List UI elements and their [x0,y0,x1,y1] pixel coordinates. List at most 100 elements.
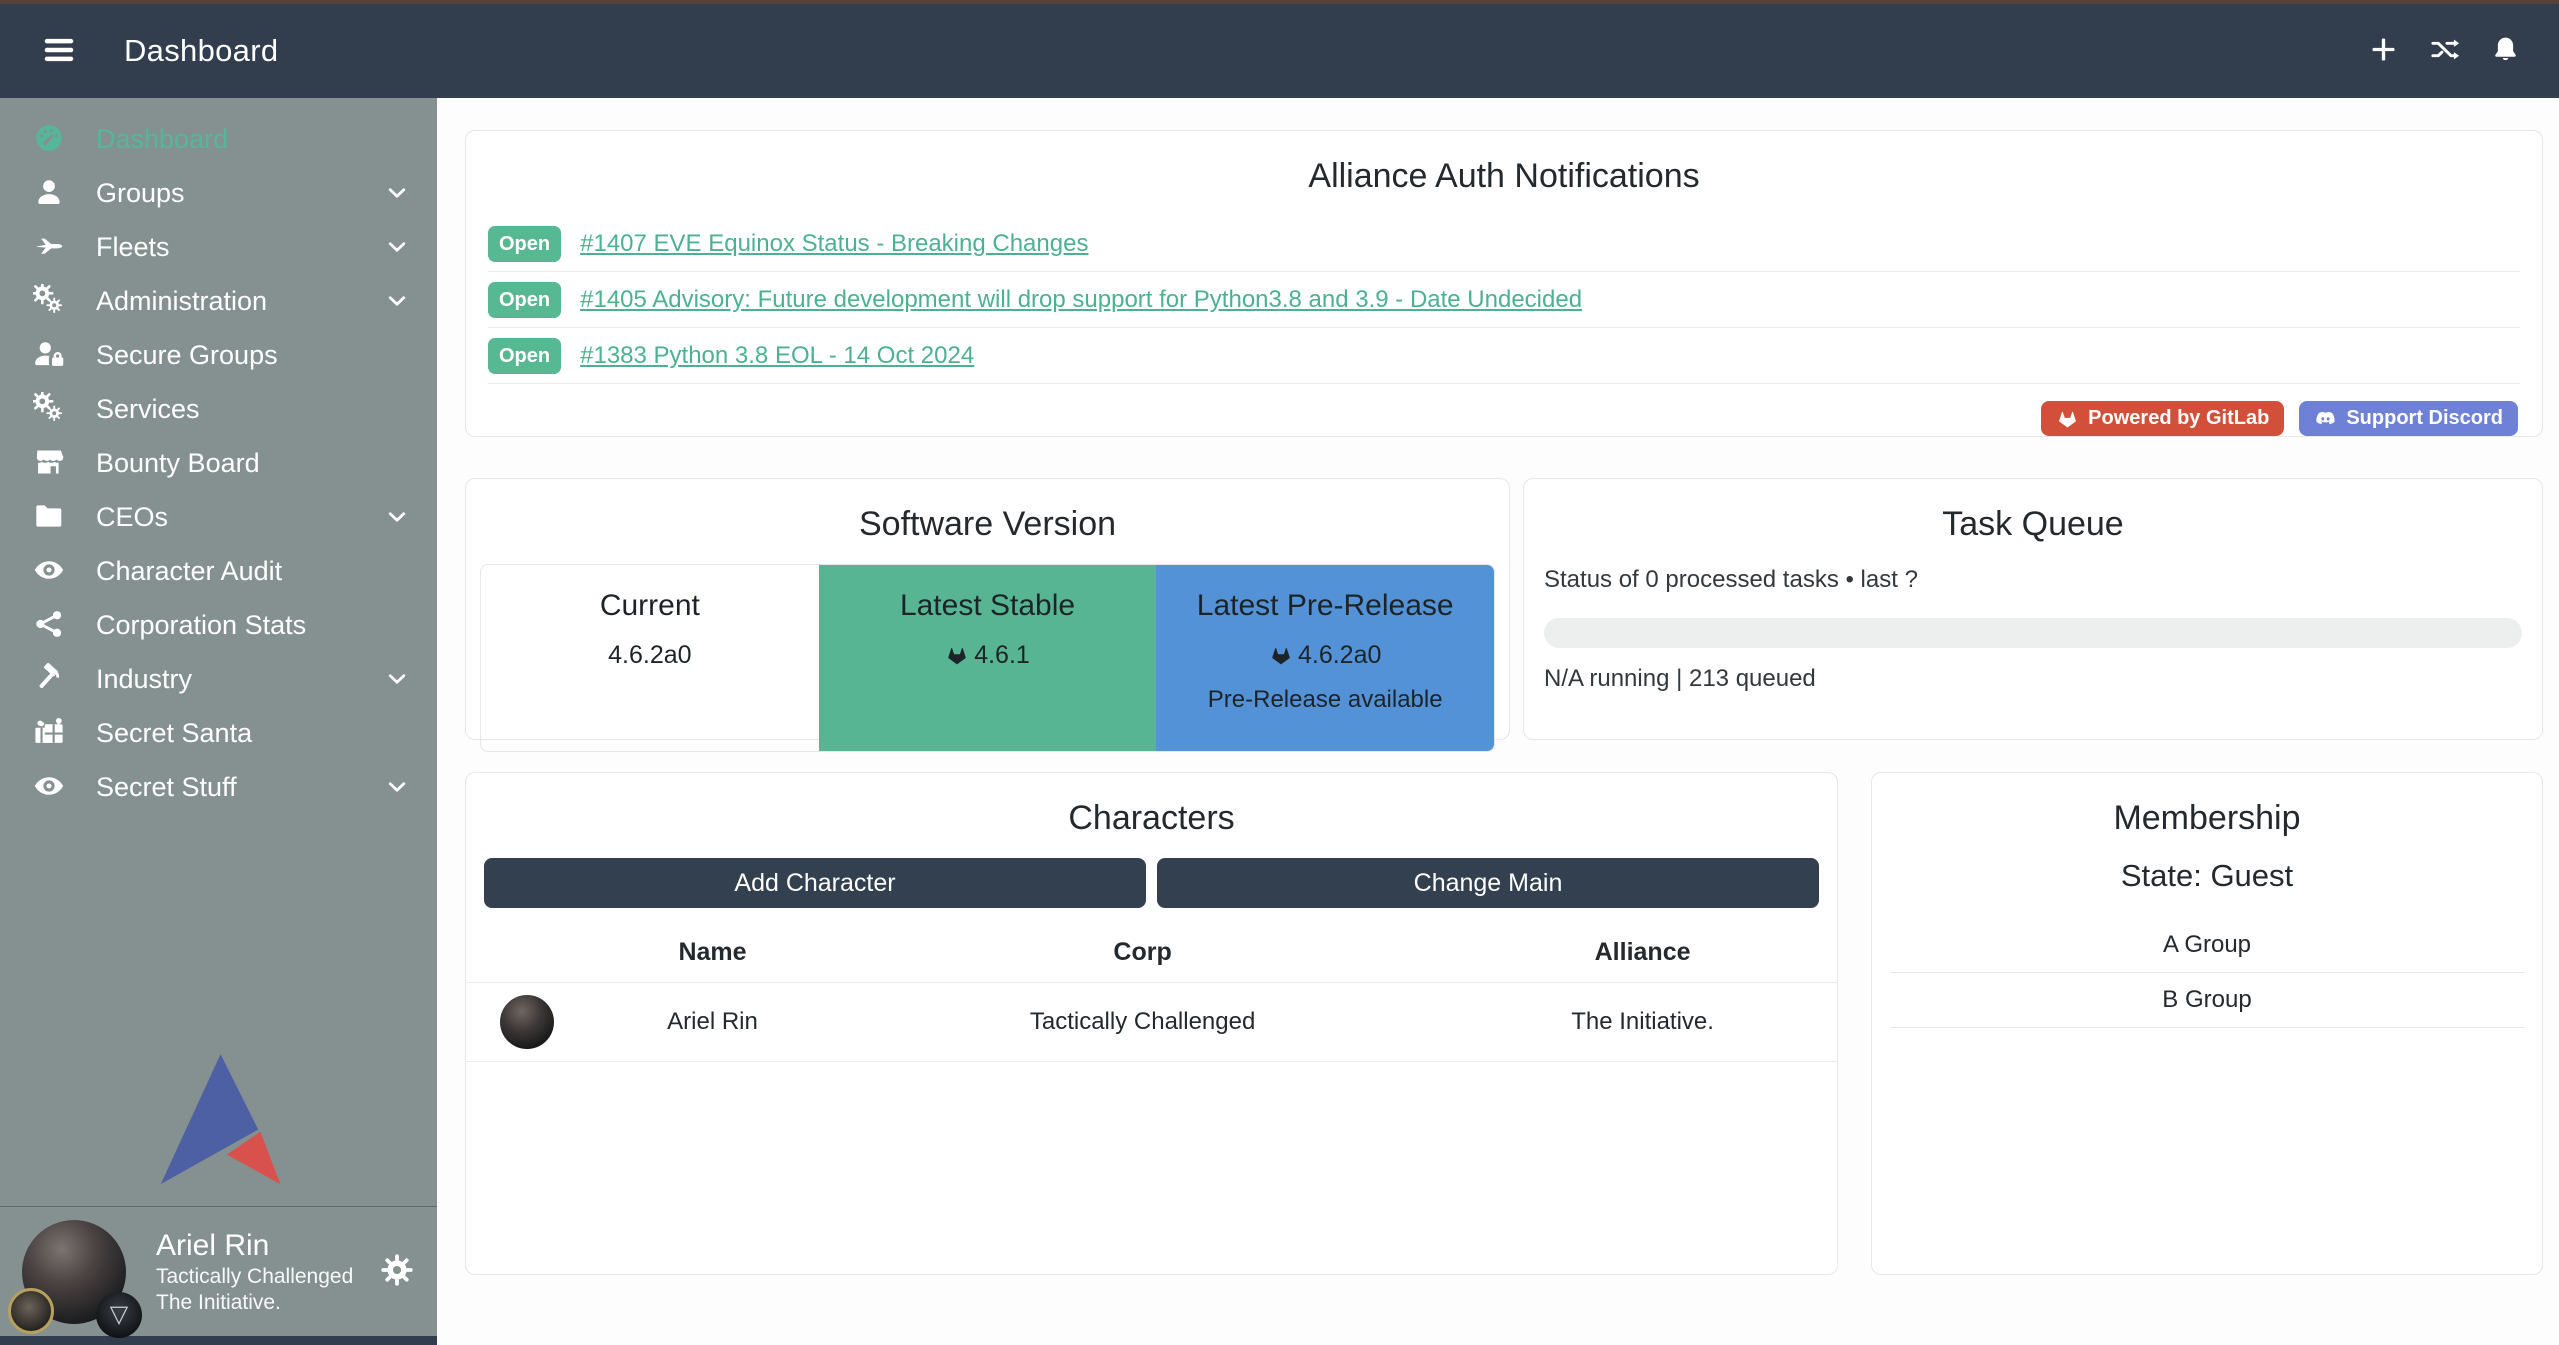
sidebar-item-dashboard[interactable]: Dashboard [0,112,437,166]
membership-title: Membership [1872,799,2542,838]
notifications-list: Open #1407 EVE Equinox Status - Breaking… [466,216,2542,384]
eye-icon [26,770,72,804]
change-main-button[interactable]: Change Main [1157,858,1819,908]
version-latest-pre-release: Latest Pre-Release 4.6.2a0 Pre-Release a… [1156,565,1494,751]
sidebar-item-industry[interactable]: Industry [0,652,437,706]
sidebar-item-administration[interactable]: Administration [0,274,437,328]
plus-icon [2368,34,2399,65]
add-character-nav-button[interactable] [2368,34,2399,68]
notification-link[interactable]: #1407 EVE Equinox Status - Breaking Chan… [580,230,1088,258]
discord-icon [2314,407,2337,430]
character-portrait [500,995,554,1049]
user-name: Ariel Rin [156,1227,353,1265]
gitlab-badge[interactable]: Powered by GitLab [2041,401,2284,436]
shuffle-icon [2429,34,2460,65]
user-lock-icon [26,338,72,372]
menu-toggle-button[interactable] [40,31,78,72]
gifts-icon [26,716,72,750]
notification-link[interactable]: #1383 Python 3.8 EOL - 14 Oct 2024 [580,342,974,370]
character-alliance: The Initiative. [1448,983,1837,1062]
version-number: 4.6.2a0 [1156,641,1494,670]
chevron-down-icon [383,179,411,207]
chevron-down-icon [383,773,411,801]
status-badge: Open [488,226,561,262]
top-navbar: Dashboard [0,4,2559,98]
app-root: Dashboard Dashboard Groups [0,0,2559,1345]
sidebar-item-groups[interactable]: Groups [0,166,437,220]
tachometer-icon [26,122,72,156]
sidebar-item-secret-stuff[interactable]: Secret Stuff [0,760,437,814]
status-badge: Open [488,282,561,318]
discord-badge-label: Support Discord [2346,407,2503,430]
sidebar-item-ceos[interactable]: CEOs [0,490,437,544]
character-buttons: Add Character Change Main [484,858,1819,908]
gitlab-icon [945,643,969,667]
sidebar-nav: Dashboard Groups Fleets Administration [0,98,437,814]
sidebar-item-bounty-board[interactable]: Bounty Board [0,436,437,490]
cogs-icon [26,392,72,426]
sidebar-item-fleets[interactable]: Fleets [0,220,437,274]
switch-character-button[interactable] [2429,34,2460,68]
version-heading: Latest Pre-Release [1156,589,1494,623]
version-latest-stable: Latest Stable 4.6.1 [819,565,1157,751]
characters-panel: Characters Add Character Change Main Nam… [465,772,1838,1275]
sidebar: Dashboard Groups Fleets Administration [0,98,437,1345]
sidebar-item-label: Dashboard [96,124,228,155]
chevron-down-icon [383,665,411,693]
sidebar-item-label: Bounty Board [96,448,260,479]
characters-title: Characters [466,799,1837,838]
gear-icon [379,1252,415,1288]
fighter-jet-icon [26,230,72,264]
character-corp: Tactically Challenged [837,983,1448,1062]
sidebar-item-label: Secret Stuff [96,772,237,803]
sidebar-item-label: Corporation Stats [96,610,306,641]
user-settings-button[interactable] [379,1252,415,1291]
software-version-panel: Software Version Current 4.6.2a0 Latest … [465,478,1510,740]
discord-badge[interactable]: Support Discord [2299,401,2518,436]
sidebar-item-secure-groups[interactable]: Secure Groups [0,328,437,382]
sidebar-item-secret-santa[interactable]: Secret Santa [0,706,437,760]
sidebar-item-services[interactable]: Services [0,382,437,436]
notifications-panel: Alliance Auth Notifications Open #1407 E… [465,130,2543,437]
user-corp: Tactically Challenged [156,1264,353,1290]
task-progress-bar [1544,618,2522,648]
notifications-title: Alliance Auth Notifications [466,157,2542,196]
version-heading: Latest Stable [819,589,1157,623]
add-character-button[interactable]: Add Character [484,858,1146,908]
notification-row: Open #1407 EVE Equinox Status - Breaking… [488,216,2520,272]
membership-group: B Group [1890,973,2524,1028]
task-queue-panel: Task Queue Status of 0 processed tasks •… [1523,478,2543,740]
bell-icon [2490,34,2521,65]
characters-table: Name Corp Alliance Ariel Rin Tactically … [466,922,1837,1062]
sidebar-item-label: Fleets [96,232,170,263]
software-version-title: Software Version [466,505,1509,544]
user-icon [26,176,72,210]
sidebar-item-label: Secure Groups [96,340,278,371]
sidebar-item-label: Secret Santa [96,718,252,749]
alliance-auth-logo [0,1052,437,1184]
task-queue-counts: N/A running | 213 queued [1544,665,2522,693]
chevron-down-icon [383,287,411,315]
chevron-down-icon [383,233,411,261]
eye-icon [26,554,72,588]
membership-panel: Membership State: Guest A Group B Group [1871,772,2543,1275]
hammer-icon [26,662,72,696]
version-heading: Current [481,589,819,623]
column-header-name: Name [588,922,837,983]
store-icon [26,446,72,480]
task-queue-status: Status of 0 processed tasks • last ? [1544,566,2522,594]
notification-link[interactable]: #1405 Advisory: Future development will … [580,286,1582,314]
sidebar-item-label: Character Audit [96,556,282,587]
user-panel: ▽ Ariel Rin Tactically Challenged The In… [0,1206,437,1336]
sidebar-item-corporation-stats[interactable]: Corporation Stats [0,598,437,652]
task-queue-title: Task Queue [1544,505,2522,544]
notifications-button[interactable] [2490,34,2521,68]
folder-icon [26,500,72,534]
column-header-alliance: Alliance [1448,922,1837,983]
sidebar-item-character-audit[interactable]: Character Audit [0,544,437,598]
main-content: Alliance Auth Notifications Open #1407 E… [437,98,2559,1345]
user-alliance: The Initiative. [156,1290,353,1316]
version-current: Current 4.6.2a0 [481,565,819,751]
sidebar-item-label: CEOs [96,502,168,533]
column-header-corp: Corp [837,922,1448,983]
